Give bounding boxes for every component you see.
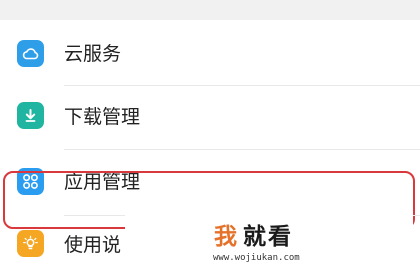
download-icon <box>17 102 44 129</box>
top-bar <box>0 0 420 20</box>
settings-item-label: 下载管理 <box>64 106 141 128</box>
cloud-icon <box>17 40 44 67</box>
settings-item-label: 使用说 <box>64 234 122 256</box>
settings-item-cloud-service[interactable]: 云服务 <box>0 23 420 85</box>
watermark-logo-text: 就看 <box>243 224 293 250</box>
lightbulb-icon <box>17 230 44 257</box>
settings-item-label: 云服务 <box>64 43 122 65</box>
watermark: 我 就看 www.wojiukan.com <box>125 208 413 272</box>
watermark-logo-accent: 我 <box>214 224 237 250</box>
watermark-url: www.wojiukan.com <box>213 253 300 263</box>
settings-item-download-manager[interactable]: 下载管理 <box>0 86 420 148</box>
